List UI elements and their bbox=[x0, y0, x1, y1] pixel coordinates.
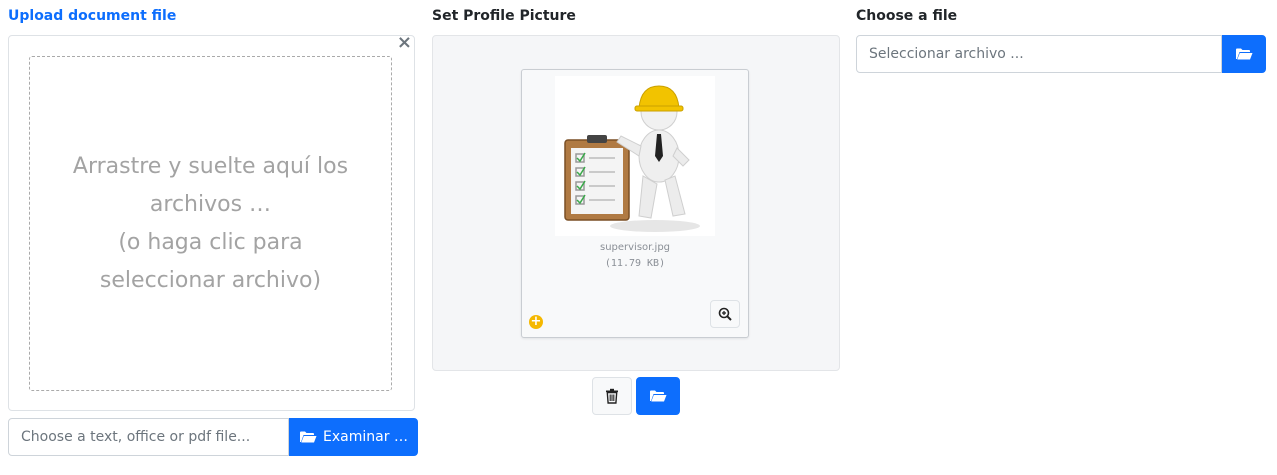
folder-open-icon bbox=[300, 431, 317, 443]
file-size: (11.79 KB) bbox=[604, 258, 666, 269]
file-name: supervisor.jpg bbox=[599, 242, 671, 253]
plus-circle-icon[interactable]: + bbox=[529, 315, 543, 329]
choose-file-input[interactable]: Seleccionar archivo ... bbox=[856, 35, 1222, 73]
set-profile-picture-label: Set Profile Picture bbox=[432, 8, 576, 24]
upload-document-label: Upload document file bbox=[8, 8, 177, 24]
drop-zone-text: Arrastre y suelte aquí los archivos … (o… bbox=[30, 148, 391, 300]
drop-zone-line-1: Arrastre y suelte aquí los archivos … bbox=[72, 153, 349, 217]
drop-zone[interactable]: Arrastre y suelte aquí los archivos … (o… bbox=[29, 56, 392, 391]
upload-file-input-group: Choose a text, office or pdf file... Exa… bbox=[8, 418, 418, 456]
upload-file-input[interactable]: Choose a text, office or pdf file... bbox=[8, 418, 289, 456]
choose-file-label: Choose a file bbox=[856, 8, 958, 24]
file-preview-thumbnail: supervisor.jpg (11.79 KB) + bbox=[521, 69, 749, 338]
delete-button[interactable] bbox=[592, 377, 632, 415]
upload-dropzone-container: × Arrastre y suelte aquí los archivos … … bbox=[8, 34, 415, 411]
supervisor-image bbox=[555, 76, 715, 236]
browse-picture-button[interactable] bbox=[636, 377, 680, 415]
folder-open-icon bbox=[650, 390, 667, 402]
zoom-button[interactable] bbox=[710, 300, 740, 328]
trash-icon bbox=[606, 388, 618, 404]
drop-zone-line-2: (o haga clic para seleccionar archivo) bbox=[99, 229, 322, 293]
zoom-in-icon bbox=[718, 307, 732, 321]
examinar-button-label: Examinar … bbox=[323, 429, 408, 445]
examinar-button[interactable]: Examinar … bbox=[289, 418, 418, 456]
profile-preview-area: supervisor.jpg (11.79 KB) + bbox=[432, 35, 840, 371]
folder-open-icon bbox=[1236, 48, 1253, 60]
close-icon[interactable]: × bbox=[397, 34, 412, 52]
choose-file-input-group: Seleccionar archivo ... bbox=[856, 35, 1266, 73]
choose-file-browse-button[interactable] bbox=[1222, 35, 1266, 73]
supervisor-illustration bbox=[555, 76, 715, 236]
